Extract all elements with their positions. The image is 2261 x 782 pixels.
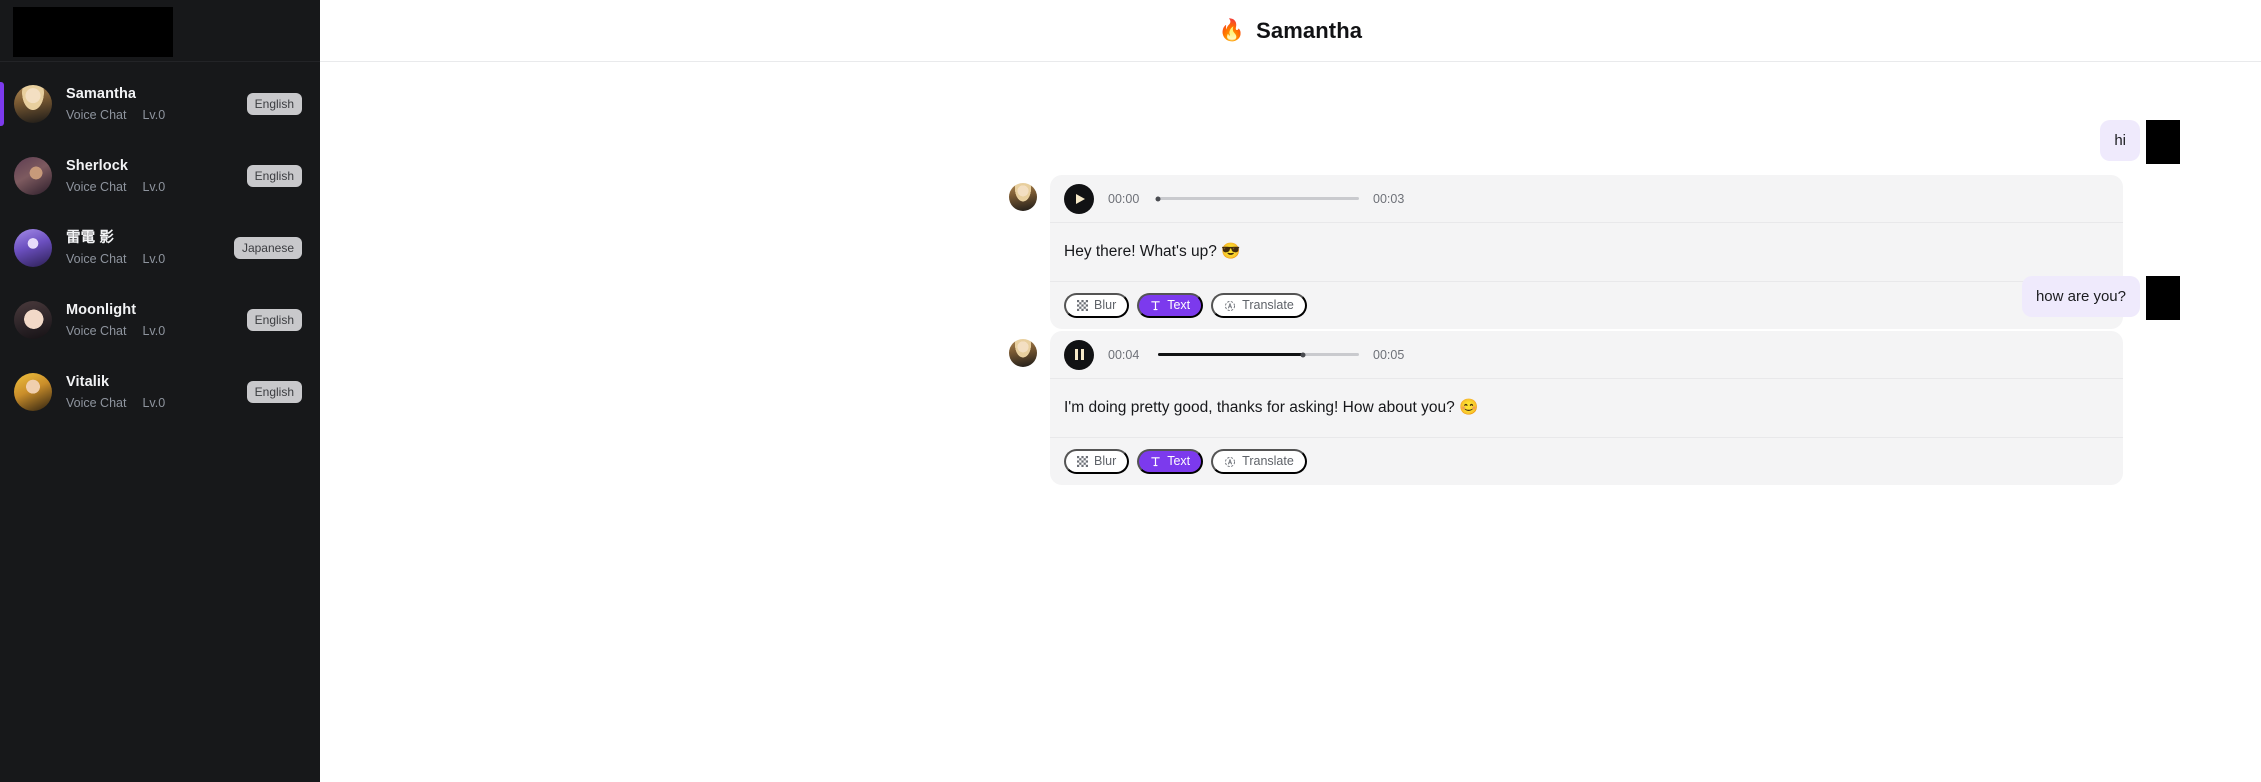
sidebar-chat-item[interactable]: Sherlock Voice Chat Lv.0 English	[0, 140, 320, 212]
play-pause-button[interactable]	[1064, 183, 1094, 214]
chat-mode: Voice Chat	[66, 252, 127, 266]
fire-icon: 🔥	[1218, 19, 1246, 42]
action-label: Blur	[1094, 454, 1117, 469]
active-indicator	[0, 298, 4, 342]
action-text-button[interactable]: Text	[1137, 449, 1204, 474]
action-label: Translate	[1242, 454, 1294, 469]
translate-icon	[1224, 456, 1236, 468]
audio-duration: 00:03	[1373, 191, 1405, 206]
active-indicator	[0, 82, 4, 126]
text-icon	[1151, 457, 1160, 467]
user-message-row: how are you?	[320, 276, 2261, 320]
chat-level: Lv.0	[142, 324, 166, 338]
chat-level: Lv.0	[142, 396, 166, 410]
chat-list: Samantha Voice Chat Lv.0 English Sherlock Voi…	[0, 62, 320, 428]
avatar	[14, 301, 52, 339]
pause-icon	[1074, 349, 1084, 360]
assistant-message-row: 00:04 00:05 I'm doing pretty good, thanks …	[320, 331, 2261, 485]
language-badge: English	[246, 93, 302, 115]
chat-meta: Moonlight Voice Chat Lv.0	[66, 301, 247, 339]
assistant-message-card: 00:04 00:05 I'm doing pretty good, thanks …	[1050, 331, 2123, 485]
chat-name: Samantha	[66, 86, 137, 102]
assistant-message-text: Hey there! What's up? 😎	[1050, 223, 2123, 282]
message-actions: Blur Text Translate	[1050, 438, 2123, 485]
sidebar-chat-item[interactable]: Samantha Voice Chat Lv.0 English	[0, 68, 320, 140]
audio-current-time: 00:04	[1108, 347, 1140, 362]
language-badge: English	[246, 381, 302, 403]
chat-subtitle: Voice Chat Lv.0	[66, 107, 247, 123]
assistant-message-text: I'm doing pretty good, thanks for asking…	[1050, 379, 2123, 438]
avatar	[14, 85, 52, 123]
user-avatar	[2146, 120, 2180, 164]
avatar	[14, 229, 52, 267]
action-label: Text	[1167, 454, 1191, 469]
chat-name: Sherlock	[66, 158, 129, 174]
audio-player[interactable]: 00:00 00:03	[1050, 175, 2123, 223]
chat-mode: Voice Chat	[66, 396, 127, 410]
chat-subtitle: Voice Chat Lv.0	[66, 395, 247, 411]
page-title-text: Samantha	[1256, 17, 1363, 43]
chat-mode: Voice Chat	[66, 108, 127, 122]
avatar	[1009, 183, 1037, 211]
sidebar-chat-item[interactable]: 雷電 影 Voice Chat Lv.0 Japanese	[0, 212, 320, 284]
audio-duration: 00:05	[1373, 347, 1405, 362]
chat-level: Lv.0	[142, 252, 166, 266]
audio-progress-fill	[1158, 353, 1303, 356]
chat-level: Lv.0	[142, 180, 166, 194]
user-message-bubble: how are you?	[2021, 276, 2140, 317]
chat-name: Vitalik	[66, 374, 110, 390]
sidebar: Samantha Voice Chat Lv.0 English Sherlock Voi…	[0, 0, 320, 782]
active-indicator	[0, 154, 4, 198]
chat-level: Lv.0	[142, 108, 166, 122]
action-translate-button[interactable]: Translate	[1211, 449, 1307, 474]
chat-subtitle: Voice Chat Lv.0	[66, 179, 247, 195]
language-badge: Japanese	[233, 237, 302, 259]
text-icon	[1150, 456, 1161, 467]
chat-mode: Voice Chat	[66, 324, 127, 338]
play-icon	[1076, 193, 1085, 204]
translate-icon	[1225, 456, 1236, 467]
message-thread[interactable]: hi 00:00 00:03 Hey there! What's up? 😎 Blur T…	[320, 62, 2261, 782]
chat-meta: Samantha Voice Chat Lv.0	[66, 85, 247, 123]
user-avatar	[2146, 276, 2180, 320]
chat-meta: 雷電 影 Voice Chat Lv.0	[66, 229, 234, 267]
chat-subtitle: Voice Chat Lv.0	[66, 323, 247, 339]
audio-progress-track[interactable]	[1158, 352, 1359, 357]
app-root: Samantha Voice Chat Lv.0 English Sherlock Voi…	[0, 0, 2261, 782]
blur-icon	[1077, 456, 1088, 467]
chat-name: Moonlight	[66, 302, 137, 318]
audio-progress-knob[interactable]	[1155, 196, 1161, 201]
chat-meta: Sherlock Voice Chat Lv.0	[66, 157, 247, 195]
logo-area	[0, 0, 320, 62]
user-message-row: hi	[320, 120, 2261, 164]
chat-meta: Vitalik Voice Chat Lv.0	[66, 373, 247, 411]
avatar	[14, 373, 52, 411]
main-panel: 🔥 Samantha hi 00:00 00:03 Hey there! What's…	[320, 0, 2261, 782]
action-blur-button[interactable]: Blur	[1064, 449, 1130, 474]
play-pause-button[interactable]	[1064, 339, 1094, 370]
avatar	[14, 157, 52, 195]
audio-progress-knob[interactable]	[1300, 352, 1306, 357]
top-bar: 🔥 Samantha	[320, 0, 2261, 62]
app-logo[interactable]	[13, 6, 173, 57]
chat-mode: Voice Chat	[66, 180, 127, 194]
page-title: 🔥 Samantha	[1219, 18, 1362, 44]
avatar	[1009, 339, 1037, 367]
audio-player[interactable]: 00:04 00:05	[1050, 331, 2123, 379]
user-message-bubble: hi	[2100, 120, 2140, 161]
blur-icon	[1077, 456, 1088, 467]
active-indicator	[0, 370, 4, 414]
active-indicator	[0, 226, 4, 270]
chat-name: 雷電 影	[66, 230, 114, 246]
sidebar-chat-item[interactable]: Vitalik Voice Chat Lv.0 English	[0, 356, 320, 428]
audio-progress-track[interactable]	[1155, 196, 1359, 201]
language-badge: English	[246, 309, 302, 331]
sidebar-chat-item[interactable]: Moonlight Voice Chat Lv.0 English	[0, 284, 320, 356]
language-badge: English	[246, 165, 302, 187]
chat-subtitle: Voice Chat Lv.0	[66, 251, 234, 267]
audio-current-time: 00:00	[1108, 191, 1140, 206]
